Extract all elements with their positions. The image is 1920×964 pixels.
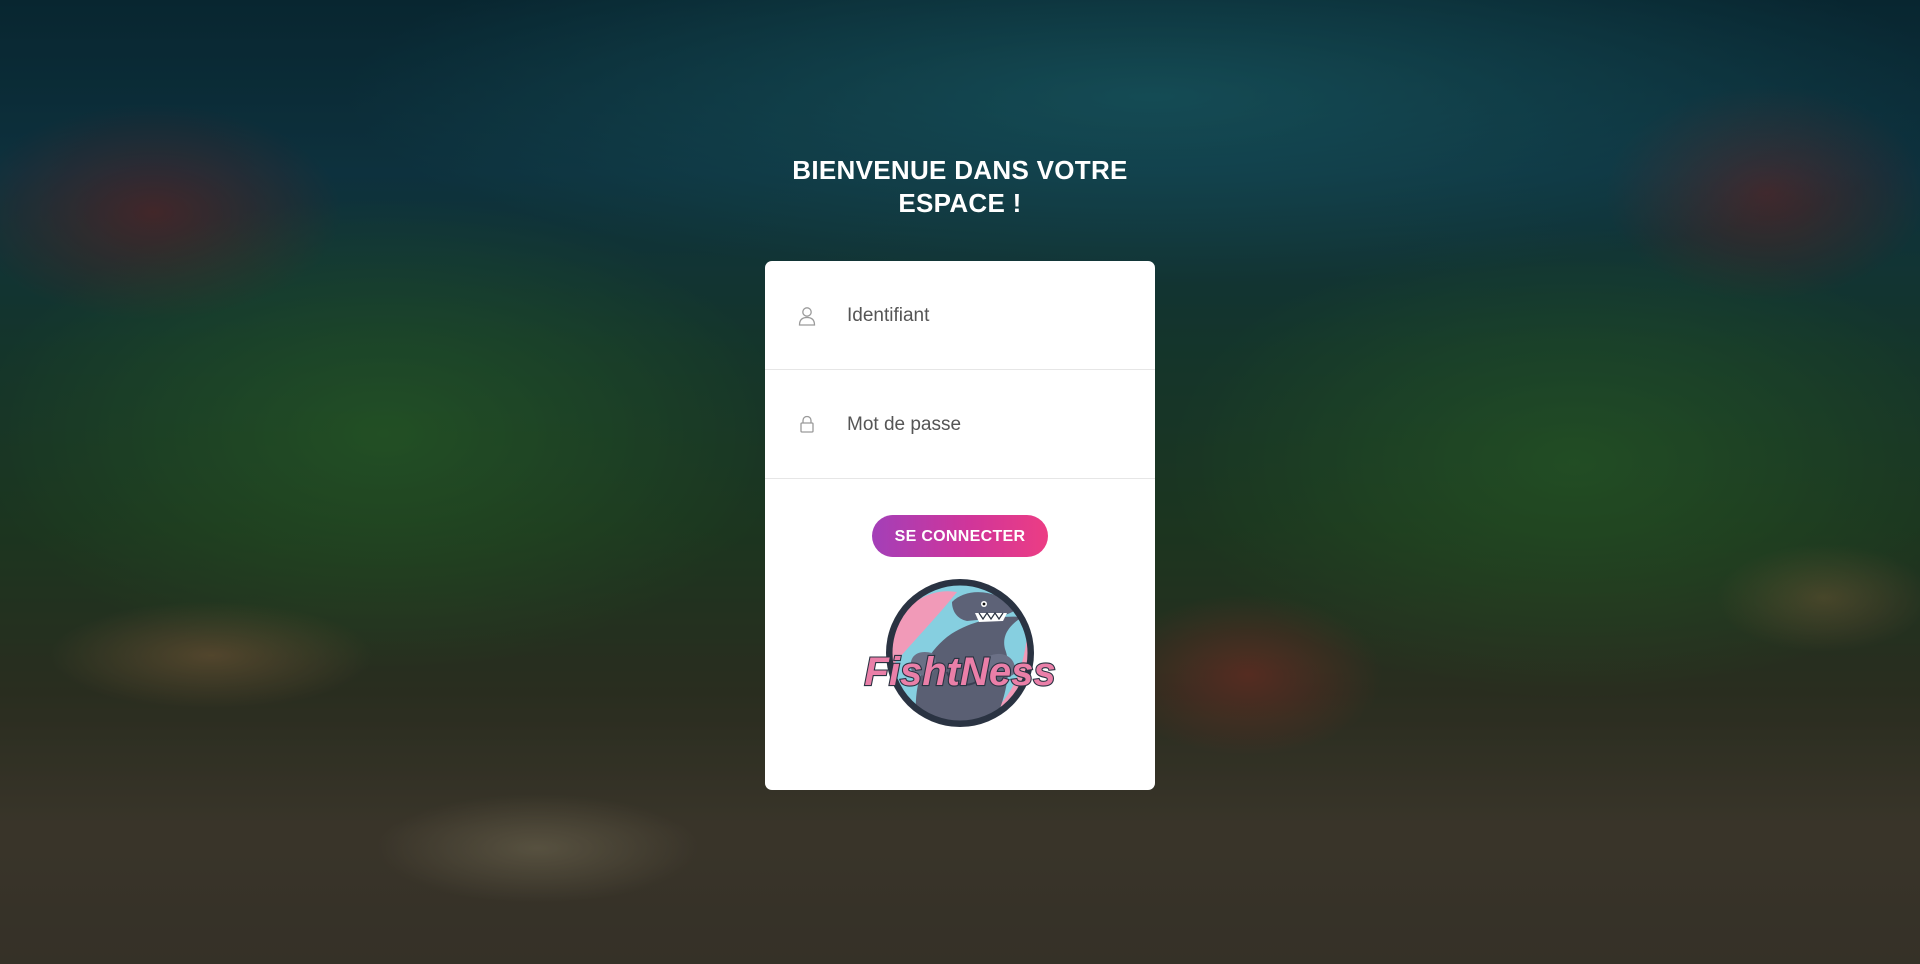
user-icon bbox=[798, 306, 816, 326]
page-title-line-2: ESPACE ! bbox=[898, 188, 1022, 218]
page-title-line-1: BIENVENUE DANS VOTRE bbox=[792, 155, 1128, 185]
username-field-row bbox=[765, 261, 1155, 370]
page-title: BIENVENUE DANS VOTRE ESPACE ! bbox=[760, 154, 1160, 220]
login-button[interactable]: SE CONNECTER bbox=[872, 515, 1048, 557]
username-input[interactable] bbox=[845, 297, 1129, 335]
login-card: SE CONNECTER FishtNess bbox=[765, 261, 1155, 790]
password-input[interactable] bbox=[845, 406, 1129, 444]
lock-icon bbox=[798, 415, 816, 435]
fishtness-logo: FishtNess bbox=[857, 577, 1063, 733]
logo-wordmark: FishtNess bbox=[864, 650, 1055, 694]
submit-row: SE CONNECTER bbox=[765, 515, 1155, 557]
password-field-row bbox=[765, 370, 1155, 479]
